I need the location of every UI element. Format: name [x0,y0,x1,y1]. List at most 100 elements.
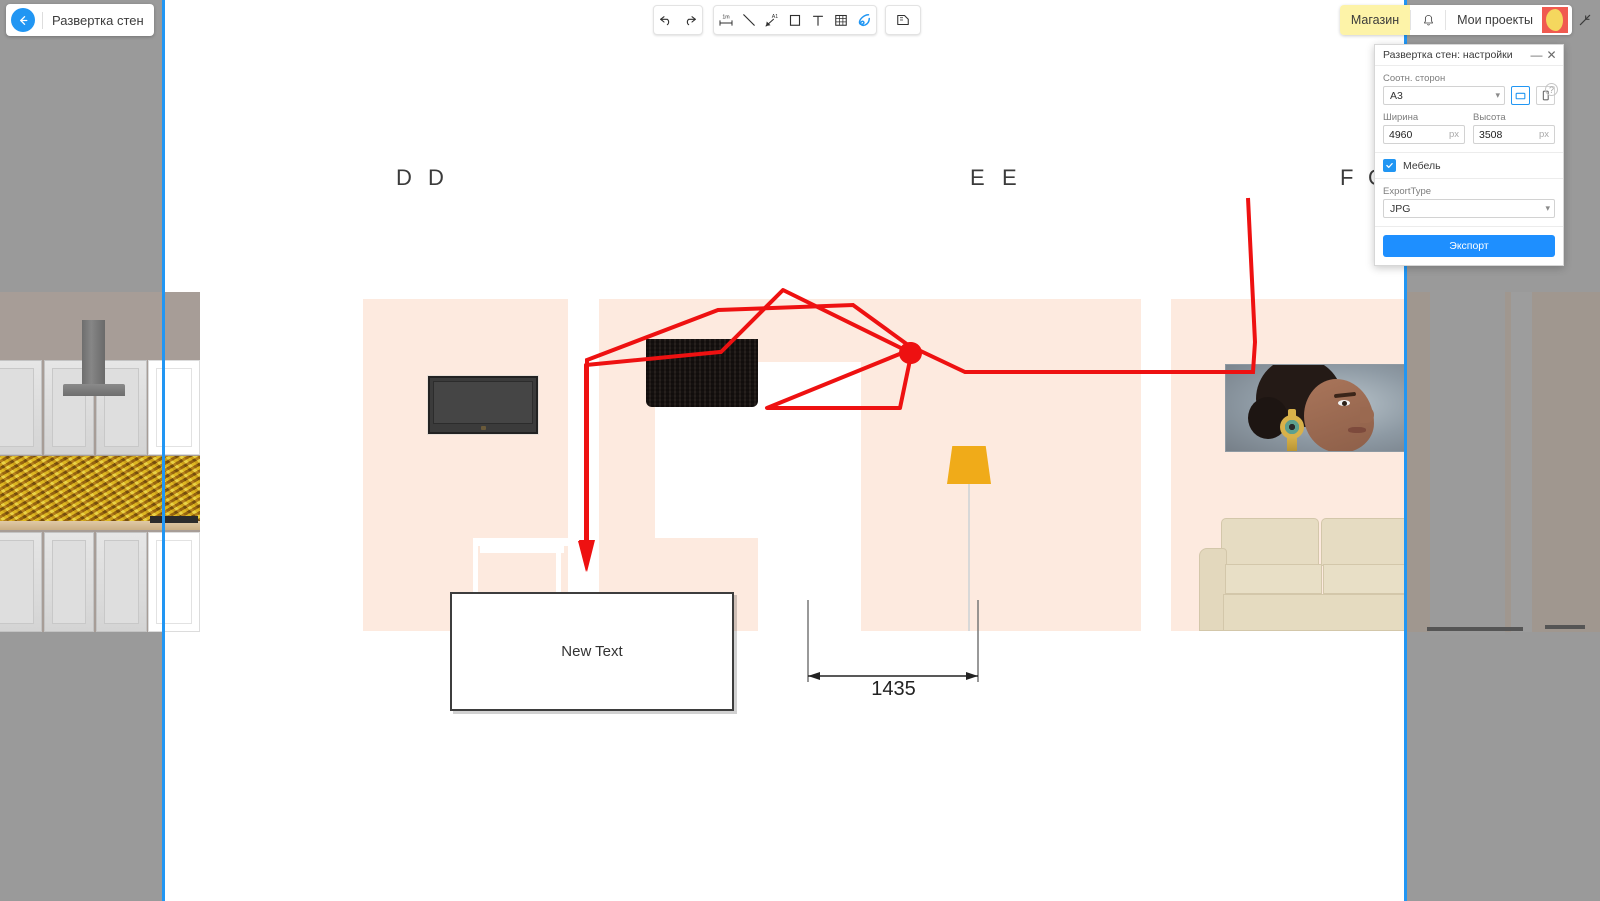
dimension-icon: 1m [719,15,733,26]
door-header [473,538,571,546]
tv-indicator [481,426,486,430]
export-type-label: ExportType [1383,186,1432,197]
table-tool-button[interactable] [830,9,853,32]
door-header-inner [480,546,564,553]
sofa-base [1223,594,1407,631]
pendant-lamp-shade[interactable] [646,339,758,407]
wall-label-d-1: D [428,165,444,190]
sheet-border-left [162,0,165,901]
kitchen-counter-appliance [150,516,198,523]
panel-export-type-section: ExportType JPG ▾ [1375,179,1563,227]
undo-button[interactable] [655,9,678,32]
line-tool-button[interactable] [737,9,760,32]
account-toolbar[interactable]: Магазин Мои проекты [1339,5,1572,35]
redo-icon [686,16,696,26]
text-tool-button[interactable] [807,9,830,32]
wall-label-e-2: E [970,165,985,190]
aspect-ratio-select[interactable]: A3 ▾ [1383,86,1505,105]
text-annotation-value: New Text [561,643,623,660]
portrait-earring [1280,415,1304,439]
range-hood-duct [82,320,105,390]
height-value: 3508 [1479,128,1503,141]
aspect-ratio-label: Соотн. сторон [1383,73,1446,84]
collapse-ui-button[interactable] [1573,8,1597,32]
line-icon [742,14,755,26]
furniture-option-row[interactable]: Мебель [1375,153,1563,179]
portrait-eye [1338,400,1350,406]
panel-minimize-button[interactable]: — [1529,48,1544,63]
dimension-annotation[interactable]: 1435 [806,600,981,700]
wall-label-d-0: D [396,165,412,190]
orientation-landscape-button[interactable] [1511,86,1530,105]
table-icon [835,14,848,26]
export-image-toolbar[interactable] [885,5,921,35]
furniture-checkbox[interactable] [1383,159,1396,172]
text-annotation-box[interactable]: New Text [450,592,734,711]
text-icon [813,15,824,26]
svg-text:1m: 1m [722,15,730,21]
backdrop-wall-b [1430,290,1505,635]
width-value: 4960 [1389,128,1413,141]
landscape-icon [1515,92,1526,100]
arrow-label-icon: A1 [765,14,778,27]
panel-format-section: Соотн. сторон A3 ▾ Ширина 4960 px Высота… [1375,66,1563,153]
cabinet [43,532,94,632]
portrait-nose [1360,407,1374,423]
floor-lamp-shade[interactable] [947,446,991,484]
panel-spacer [1375,227,1563,235]
tv-furniture[interactable] [428,376,538,434]
my-projects-button[interactable]: Мои проекты [1446,13,1542,27]
rectangle-tool-button[interactable] [783,9,806,32]
sofa-furniture[interactable] [1199,518,1407,631]
arrow-annotation-tool-button[interactable]: A1 [760,9,783,32]
undo-icon [660,16,670,26]
notifications-button[interactable] [1411,5,1445,35]
redo-button[interactable] [679,9,702,32]
export-type-select[interactable]: JPG ▾ [1383,199,1555,218]
wall-elevation-settings-panel[interactable]: Развертка стен: настройки — ✕ Соотн. сто… [1374,44,1564,266]
portrait-earring-drop [1287,437,1297,451]
export-type-value: JPG [1390,202,1411,215]
backdrop-wall-c [1532,292,1600,632]
height-input[interactable]: 3508 px [1473,125,1555,144]
panel-close-button[interactable]: ✕ [1544,48,1559,63]
sofa-seat-left [1225,564,1322,594]
application-root: DDEEFG New Text 1435 [0,0,1600,901]
drawing-sheet[interactable] [163,0,1407,901]
collapse-icon [1579,14,1591,26]
header-divider [42,11,43,29]
export-button[interactable]: Экспорт [1383,235,1555,257]
project-header-chip[interactable]: Развертка стен [6,4,154,36]
avatar[interactable] [1542,7,1568,33]
width-field-group: Ширина 4960 px [1383,112,1465,144]
back-button[interactable] [11,8,35,32]
furniture-label: Мебель [1403,159,1441,172]
sofa-back-cushion-right [1321,518,1407,566]
width-label: Ширина [1383,112,1419,123]
panel-title: Развертка стен: настройки [1383,49,1513,61]
history-toolbar[interactable] [653,5,703,35]
range-hood [63,384,125,396]
freehand-tool-button[interactable] [853,9,876,32]
sofa-seat-right [1323,564,1407,594]
cabinet [0,360,42,455]
width-input[interactable]: 4960 px [1383,125,1465,144]
cabinet [96,532,147,632]
pen-icon [859,14,871,27]
dimension-value: 1435 [871,678,916,700]
export-image-icon [897,14,909,26]
shop-button[interactable]: Магазин [1339,5,1411,35]
check-icon [1386,162,1393,169]
help-icon[interactable]: ? [1545,83,1558,96]
export-image-button[interactable] [892,9,915,32]
height-unit: px [1538,129,1549,140]
aspect-ratio-row: A3 ▾ [1383,86,1555,105]
height-field-group: Высота 3508 px [1473,112,1555,144]
drawing-tools-toolbar[interactable]: 1m A1 [713,5,877,35]
kitchen-cabinet-edge-lower [148,532,200,632]
wall-art-portrait[interactable] [1225,364,1405,452]
sofa-back-cushion-left [1221,518,1319,566]
tv-screen [433,381,533,424]
dimension-tool-button[interactable]: 1m [714,9,737,32]
chevron-down-icon-2: ▾ [1545,203,1550,213]
